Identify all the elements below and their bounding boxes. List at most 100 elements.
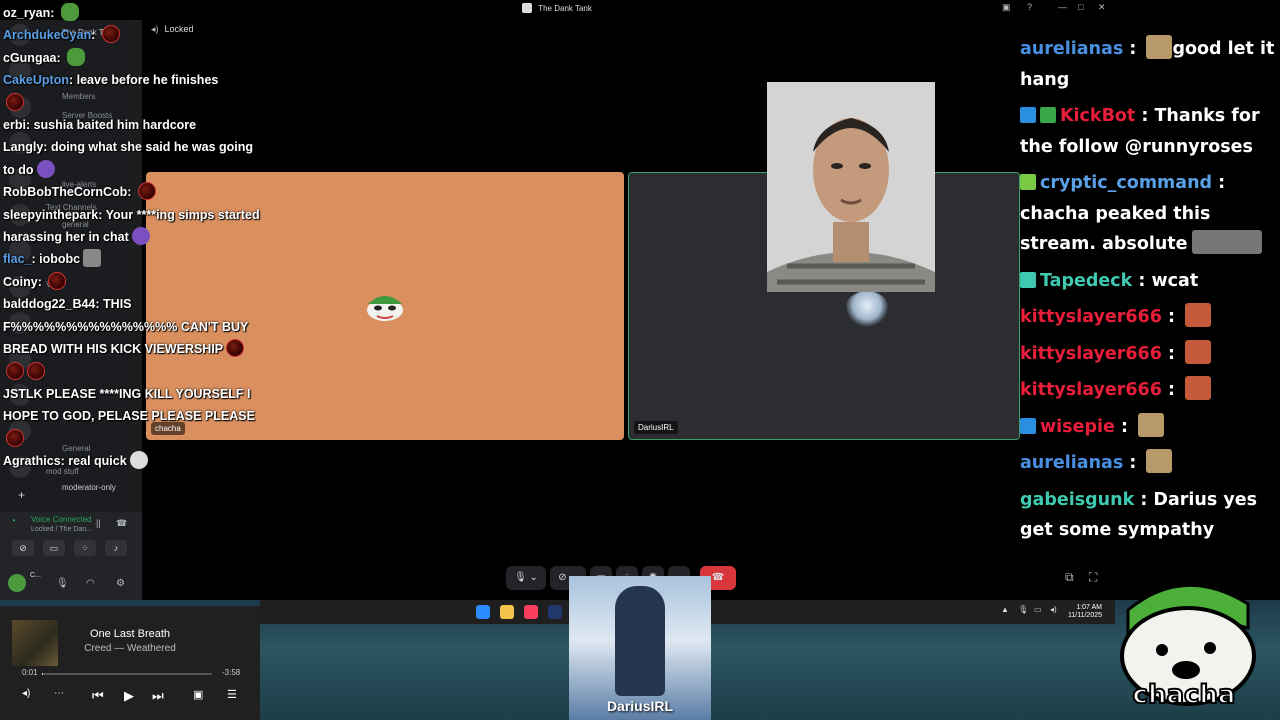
chat-username[interactable]: cryptic_command <box>1040 173 1212 193</box>
chat-username[interactable]: Tapedeck <box>1040 271 1132 291</box>
orange-emote-icon <box>1185 339 1212 364</box>
chat-separator: : <box>95 297 104 312</box>
chat-username[interactable]: oz_ryan <box>3 6 50 20</box>
chat-message: KickBot : Thanks for the follow @runnyro… <box>1020 101 1276 162</box>
headphones-icon[interactable]: ◠ <box>86 578 95 589</box>
chat-username[interactable]: RobBobTheCornCob <box>3 185 127 199</box>
chat-message: cryptic_command : chacha peaked this str… <box>1020 168 1276 260</box>
steam-icon[interactable] <box>548 605 562 619</box>
chat-separator: : <box>25 118 34 133</box>
chat-username[interactable]: flac_ <box>3 252 32 266</box>
help-icon[interactable]: ? <box>1027 2 1032 12</box>
activities-icon[interactable]: ⁘ <box>74 540 96 556</box>
tray-overflow-icon[interactable]: ▲ <box>1001 605 1009 614</box>
windows-start-icon[interactable] <box>476 605 490 619</box>
chat-message: wisepie : <box>1020 412 1276 443</box>
pepe-emote-icon <box>67 47 86 66</box>
chat-separator: : <box>1161 343 1182 364</box>
chat-text: wcat <box>1151 270 1199 291</box>
chat-username[interactable]: kittyslayer666 <box>1020 380 1162 400</box>
settings-gear-icon[interactable]: ⚙ <box>116 578 125 589</box>
progress-bar[interactable] <box>42 673 212 675</box>
album-art <box>12 620 58 666</box>
chat-username[interactable]: Langly <box>3 140 43 154</box>
file-explorer-icon[interactable] <box>500 605 514 619</box>
darius-webcam: DariusIRL <box>569 576 711 720</box>
chat-username[interactable]: ArchdukeCyan <box>3 28 91 42</box>
volume-icon[interactable]: ◂) <box>1050 605 1057 614</box>
screen-share-icon[interactable]: ▭ <box>43 540 65 556</box>
network-icon[interactable]: ▭ <box>1034 605 1042 614</box>
chat-message: sleepyinthepark: Your ****ing simps star… <box>3 204 263 249</box>
chat-username[interactable]: aurelianas <box>1020 39 1123 59</box>
channel-moderator-only[interactable]: moderator-only <box>62 483 116 492</box>
cat-emote-icon <box>1146 449 1173 473</box>
chat-separator: : <box>91 28 99 43</box>
queue-icon[interactable]: ☰ <box>227 688 237 701</box>
chat-username[interactable]: balddog22_B44 <box>3 297 95 311</box>
voice-status[interactable]: Voice Connected <box>31 515 92 524</box>
chat-text: chacha peaked this stream. absolute <box>1020 203 1211 255</box>
music-app-icon[interactable] <box>524 605 538 619</box>
clock-time: 1:07 AM <box>1076 604 1102 611</box>
close-icon[interactable]: ✕ <box>1098 2 1106 13</box>
tray-mic-icon[interactable]: 🎙 <box>1018 605 1028 614</box>
window-title: The Dank Tank <box>538 4 592 13</box>
more-icon[interactable]: ⋯ <box>54 688 64 699</box>
chat-message: ArchdukeCyan: <box>3 24 263 46</box>
soundboard-icon[interactable]: ♪ <box>105 540 127 556</box>
grid-badge-icon <box>1020 271 1036 288</box>
disconnect-icon[interactable]: ☎ <box>116 518 127 529</box>
chat-separator: : <box>1212 173 1226 193</box>
video-off-icon[interactable]: ⊘ <box>12 540 34 556</box>
minimize-icon[interactable]: — <box>1058 2 1067 12</box>
next-track-icon[interactable]: ⏭ <box>152 688 164 704</box>
chat-username[interactable]: aurelianas <box>1020 453 1123 473</box>
chat-message: kittyslayer666 : <box>1020 302 1276 333</box>
fullscreen-icon[interactable]: ⛶ <box>1089 570 1097 585</box>
chat-separator: : <box>1123 453 1143 473</box>
chat-separator: : <box>31 252 40 267</box>
chat-username[interactable]: Coiny <box>3 275 38 289</box>
avatar[interactable] <box>8 574 26 592</box>
maximize-icon[interactable]: □ <box>1078 2 1083 12</box>
purple-emote-icon <box>36 159 55 178</box>
username[interactable]: C... <box>30 572 41 579</box>
chat-text: sushia baited him hardcore <box>33 118 197 133</box>
popout-icon[interactable]: ⧉ <box>1065 570 1074 585</box>
play-icon[interactable]: ▶ <box>124 688 134 704</box>
microphone-icon[interactable]: 🎙 <box>56 578 69 589</box>
chat-username[interactable]: Agrathics <box>3 454 61 468</box>
lyrics-icon[interactable]: ▣ <box>193 688 203 701</box>
previous-track-icon[interactable]: ⏮ <box>92 688 104 704</box>
chat-separator: : <box>1135 106 1155 126</box>
red-emote-icon <box>6 428 24 447</box>
chat-username[interactable]: sleepyinthepark <box>3 208 98 222</box>
cat-emote-icon <box>1138 412 1165 437</box>
mugshot-photo <box>767 82 935 292</box>
noise-suppression-icon[interactable]: || <box>96 518 101 528</box>
signal-icon[interactable]: ◔ <box>10 516 16 527</box>
chat-username[interactable]: wisepie <box>1040 417 1115 437</box>
chat-username[interactable]: KickBot <box>1060 106 1135 126</box>
add-server-icon[interactable]: + <box>18 488 25 502</box>
chat-username[interactable]: gabeisgunk <box>1020 490 1134 510</box>
gray-emote-icon <box>83 249 102 268</box>
volume-icon[interactable]: ◂) <box>22 688 30 699</box>
face-emote-icon <box>1191 230 1262 254</box>
chat-message: CakeUpton: leave before he finishes <box>3 69 263 91</box>
chat-username[interactable]: CakeUpton <box>3 73 69 87</box>
chat-username[interactable]: cGungaa <box>3 51 57 65</box>
inbox-icon[interactable]: ▣ <box>1002 2 1011 13</box>
progress-fill <box>42 673 43 675</box>
chat-username[interactable]: erbi <box>3 118 26 132</box>
taskbar-clock[interactable]: 1:07 AM 11/11/2025 <box>1062 604 1102 620</box>
diamond-badge-icon <box>1020 174 1036 190</box>
chat-username[interactable]: kittyslayer666 <box>1020 344 1162 364</box>
voice-location[interactable]: Locked / The Dan... <box>31 526 92 533</box>
microphone-toggle-button[interactable]: 🎙 ⌄ <box>506 566 546 590</box>
chat-message: balddog22_B44: THIS F%%%%%%%%%%%%%%% CAN… <box>3 293 263 383</box>
remaining-time: -3:58 <box>222 668 241 677</box>
chat-username[interactable]: kittyslayer666 <box>1020 307 1162 327</box>
chat-message: gabeisgunk : Darius yes get some sympath… <box>1020 485 1276 546</box>
